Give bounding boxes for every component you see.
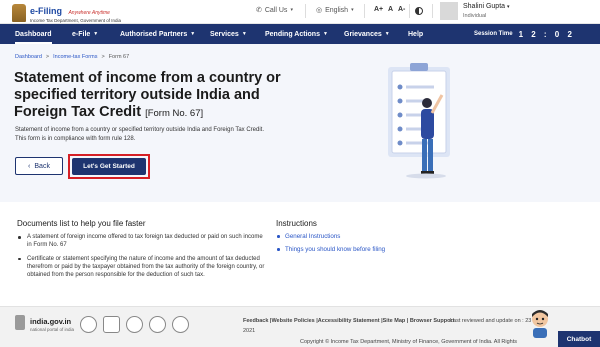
- chevron-down-icon: ▾: [290, 7, 293, 13]
- checklist-illustration-icon: [388, 63, 450, 179]
- partner-logo-icon[interactable]: [126, 316, 143, 333]
- divider: [305, 4, 306, 18]
- divider: [364, 4, 365, 18]
- divider: [409, 4, 410, 18]
- chevron-down-icon: ▾: [506, 4, 510, 10]
- divider: [432, 4, 433, 18]
- chevron-down-icon: ▼: [241, 31, 247, 37]
- list-item: Certificate or statement specifying the …: [17, 255, 267, 280]
- session-timer: Session Time 1 2 : 0 2: [474, 24, 575, 44]
- documents-list: A statement of foreign income offered to…: [17, 233, 267, 284]
- logo-tagline: Anywhere Anytime: [68, 10, 110, 16]
- session-time: 1 2 : 0 2: [518, 29, 575, 39]
- logo-title: e-Filing: [30, 6, 62, 16]
- chevron-down-icon: ▾: [351, 7, 354, 13]
- language-selector[interactable]: ◎ English ▾: [316, 6, 354, 15]
- last-updated-year: 2021: [243, 328, 256, 334]
- breadcrumb-separator: >: [45, 54, 50, 60]
- call-us-label: Call Us: [264, 6, 288, 14]
- documents-title: Documents list to help you file faster: [17, 219, 146, 228]
- breadcrumb-current: Form 67: [108, 54, 130, 60]
- partner-logo-icon[interactable]: [172, 316, 189, 333]
- things-to-know-link[interactable]: Things you should know before filing: [276, 246, 385, 253]
- chevron-down-icon: ▼: [322, 31, 328, 37]
- chevron-down-icon: ▼: [384, 31, 390, 37]
- efiling-logo[interactable]: e-Filing Anywhere Anytime Income Tax Dep…: [12, 2, 121, 24]
- instructions-title: Instructions: [276, 219, 317, 228]
- nav-help[interactable]: Help: [408, 24, 423, 44]
- nav-authorised-partners[interactable]: Authorised Partners ▼: [120, 24, 195, 44]
- user-name[interactable]: Shalini Gupta ▾: [463, 3, 510, 10]
- back-button[interactable]: ‹ Back: [15, 157, 63, 175]
- top-header: e-Filing Anywhere Anytime Income Tax Dep…: [0, 0, 600, 24]
- hero-section: Dashboard > Income-tax Forms > Form 67 S…: [0, 44, 600, 202]
- chevron-down-icon: ▼: [93, 31, 99, 37]
- nav-pending-actions[interactable]: Pending Actions ▼: [265, 24, 328, 44]
- contrast-toggle-icon[interactable]: [415, 7, 423, 15]
- avatar[interactable]: [440, 2, 458, 20]
- session-label: Session Time: [474, 31, 513, 37]
- main-nav: Dashboard e-File ▼ Authorised Partners ▼ S…: [0, 24, 600, 44]
- nav-dashboard[interactable]: Dashboard: [15, 24, 52, 44]
- page-title: Statement of income from a country or sp…: [14, 70, 281, 120]
- breadcrumb-dashboard[interactable]: Dashboard: [15, 54, 42, 60]
- call-us-menu[interactable]: ✆ Call Us ▾: [256, 6, 293, 15]
- chevron-down-icon: ▼: [190, 31, 196, 37]
- partner-logo-icon[interactable]: [149, 316, 166, 333]
- chevron-left-icon: ‹: [28, 162, 31, 170]
- india-gov-link[interactable]: india.gov.in: [30, 317, 71, 326]
- breadcrumb-separator: >: [101, 54, 105, 60]
- copyright: Copyright © Income Tax Department, Minis…: [300, 339, 518, 345]
- partner-logo-icon[interactable]: [80, 316, 97, 333]
- national-emblem-icon: [15, 315, 25, 330]
- language-label: English: [325, 6, 349, 14]
- phone-icon: ✆: [256, 7, 262, 14]
- partner-logo-icon[interactable]: [103, 316, 120, 333]
- india-gov-subtitle: national portal of india: [30, 327, 75, 332]
- nav-services[interactable]: Services ▼: [210, 24, 247, 44]
- general-instructions-link[interactable]: General Instructions: [276, 233, 385, 240]
- font-decrease-button[interactable]: A-: [398, 6, 405, 13]
- chatbot-button[interactable]: Chatbot: [558, 331, 600, 347]
- lets-get-started-button[interactable]: Let's Get Started: [72, 158, 146, 175]
- national-emblem-icon: [12, 3, 26, 22]
- logo-subtitle: Income Tax Department, Government of Ind…: [30, 18, 121, 23]
- page-description: Statement of income from a country or sp…: [15, 127, 265, 142]
- nav-efile[interactable]: e-File ▼: [72, 24, 98, 44]
- footer: india.gov.in national portal of india Fe…: [0, 306, 600, 347]
- nav-grievances[interactable]: Grievances ▼: [344, 24, 390, 44]
- breadcrumb: Dashboard > Income-tax Forms > Form 67: [15, 54, 129, 60]
- breadcrumb-income-tax-forms[interactable]: Income-tax Forms: [53, 54, 97, 60]
- font-normal-button[interactable]: A: [388, 6, 393, 13]
- footer-links[interactable]: Feedback |Website Policies |Accessibilit…: [243, 318, 454, 324]
- last-updated: Last reviewed and update on : 23: [450, 318, 532, 324]
- font-increase-button[interactable]: A+: [374, 6, 383, 13]
- back-label: Back: [34, 162, 50, 170]
- list-item: A statement of foreign income offered to…: [17, 233, 267, 250]
- globe-icon: ◎: [316, 7, 323, 14]
- instructions-list: General Instructions Things you should k…: [276, 233, 385, 259]
- chatbot-avatar-icon[interactable]: [528, 308, 552, 338]
- highlight-box: Let's Get Started: [68, 154, 150, 179]
- form-number: [Form No. 67]: [145, 108, 204, 119]
- user-role: Individual: [463, 13, 487, 19]
